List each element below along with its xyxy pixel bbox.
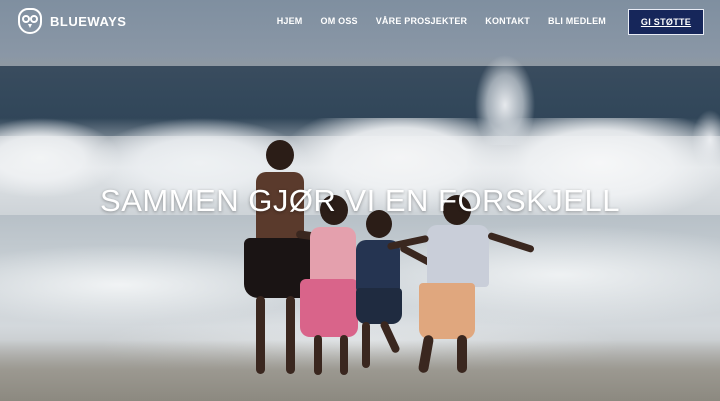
brand-logo-link[interactable]: BLUEWAYS [18,8,126,34]
nav-item-vaare-prosjekter[interactable]: VÅRE PROSJEKTER [376,16,468,26]
hero-headline: SAMMEN GJØR VI EN FORSKJELL [100,183,620,218]
top-navigation-bar: BLUEWAYS HJEM OM OSS VÅRE PROSJEKTER KON… [0,0,720,44]
nav-item-om-oss[interactable]: OM OSS [321,16,358,26]
brand-name: BLUEWAYS [50,13,127,29]
wave-spray [470,55,540,145]
child-boy-grey-shirt [386,195,540,380]
main-nav: HJEM OM OSS VÅRE PROSJEKTER KONTAKT BLI … [277,16,606,26]
owl-icon [18,8,42,34]
hero-section: SAMMEN GJØR VI EN FORSKJELL BLUEWAYS HJE… [0,0,720,401]
nav-item-kontakt[interactable]: KONTAKT [485,16,530,26]
nav-item-hjem[interactable]: HJEM [277,16,303,26]
nav-item-bli-medlem[interactable]: BLI MEDLEM [548,16,606,26]
donate-button[interactable]: GI STØTTE [628,9,704,35]
wave-spray-right [690,110,720,170]
